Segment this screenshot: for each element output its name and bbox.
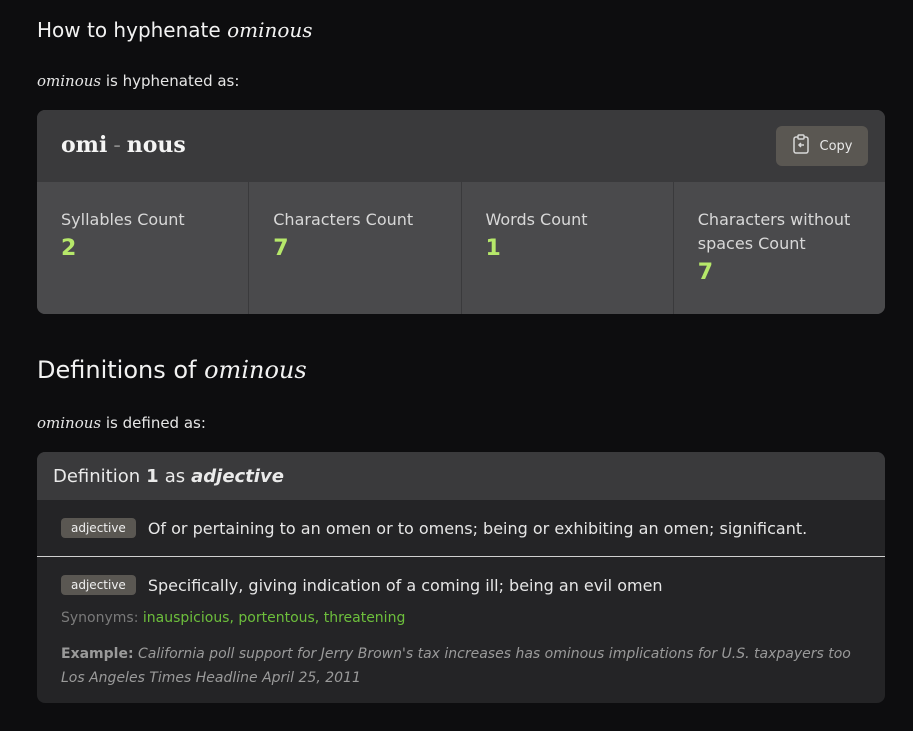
stat-label: Characters Count (273, 210, 414, 229)
definition-line: adjective Specifically, giving indicatio… (61, 575, 663, 595)
stat-words: Words Count 1 (460, 182, 673, 314)
definitions-lead: ominous is defined as: (37, 414, 206, 432)
definition-item: adjective Of or pertaining to an omen or… (37, 500, 885, 557)
copy-button[interactable]: Copy (776, 126, 868, 166)
hyphenated-word: omi - nous (61, 132, 186, 158)
syllable-2: nous (126, 132, 186, 158)
syllable-separator: - (113, 133, 121, 158)
synonyms-line: Synonyms: inauspicious, portentous, thre… (61, 610, 405, 626)
example-label: Example: (61, 646, 134, 662)
definition-header-middle: as (164, 465, 186, 487)
definitions-title-prefix: Definitions of (37, 356, 205, 384)
definition-text: Specifically, giving indication of a com… (147, 575, 663, 595)
stat-value: 7 (273, 236, 289, 261)
stat-value: 7 (697, 260, 714, 285)
synonyms-label: Synonyms: (61, 610, 139, 626)
definitions-lead-suffix: is defined as: (101, 414, 206, 432)
hyphenate-title-word: ominous (227, 18, 313, 42)
definition-card: Definition 1 as adjective adjective Of o… (37, 452, 885, 703)
hyphenate-lead: ominous is hyphenated as: (37, 72, 239, 90)
page: How to hyphenate ominous ominous is hyph… (0, 0, 913, 731)
pos-badge: adjective (61, 575, 136, 595)
definition-line: adjective Of or pertaining to an omen or… (61, 518, 807, 538)
hyphenation-card: omi - nous Copy Syllables Count 2 Charac… (37, 110, 885, 314)
copy-label: Copy (819, 138, 853, 154)
stat-value: 2 (61, 236, 77, 261)
definitions-title: Definitions of ominous (37, 356, 307, 384)
hyphenation-header: omi - nous Copy (37, 110, 885, 182)
definitions-title-word: ominous (204, 356, 307, 384)
stat-label: Syllables Count (61, 210, 185, 229)
example-line: Example: California poll support for Jer… (61, 642, 851, 690)
synonym-separator: , (314, 610, 324, 626)
stat-syllables: Syllables Count 2 (37, 182, 248, 314)
hyphenate-lead-word: ominous (37, 72, 102, 90)
definition-header-pos: adjective (191, 465, 284, 487)
definition-text: Of or pertaining to an omen or to omens;… (147, 518, 808, 538)
definitions-lead-word: ominous (37, 414, 102, 432)
pos-badge: adjective (61, 518, 136, 538)
definition-item: adjective Specifically, giving indicatio… (37, 557, 885, 703)
example-text: California poll support for Jerry Brown'… (61, 646, 851, 686)
hyphenate-title: How to hyphenate ominous (37, 18, 313, 42)
hyphenate-lead-suffix: is hyphenated as: (101, 72, 240, 90)
definition-header-prefix: Definition (53, 465, 141, 487)
hyphenate-title-prefix: How to hyphenate (37, 18, 228, 42)
syllable-1: omi (61, 132, 108, 158)
definition-number: 1 (146, 465, 159, 487)
synonym-link[interactable]: inauspicious (143, 610, 230, 626)
stat-characters-no-spaces: Characters without spaces Count 7 (672, 182, 885, 314)
definition-header: Definition 1 as adjective (37, 452, 885, 500)
stat-value: 1 (485, 236, 501, 261)
stat-characters: Characters Count 7 (248, 182, 460, 314)
clipboard-icon (792, 134, 810, 158)
stat-label: Characters without spaces Count (697, 210, 851, 253)
synonym-link[interactable]: threatening (324, 610, 406, 626)
stat-label: Words Count (485, 210, 588, 229)
synonym-link[interactable]: portentous (238, 610, 314, 626)
stats-row: Syllables Count 2 Characters Count 7 Wor… (37, 182, 885, 314)
